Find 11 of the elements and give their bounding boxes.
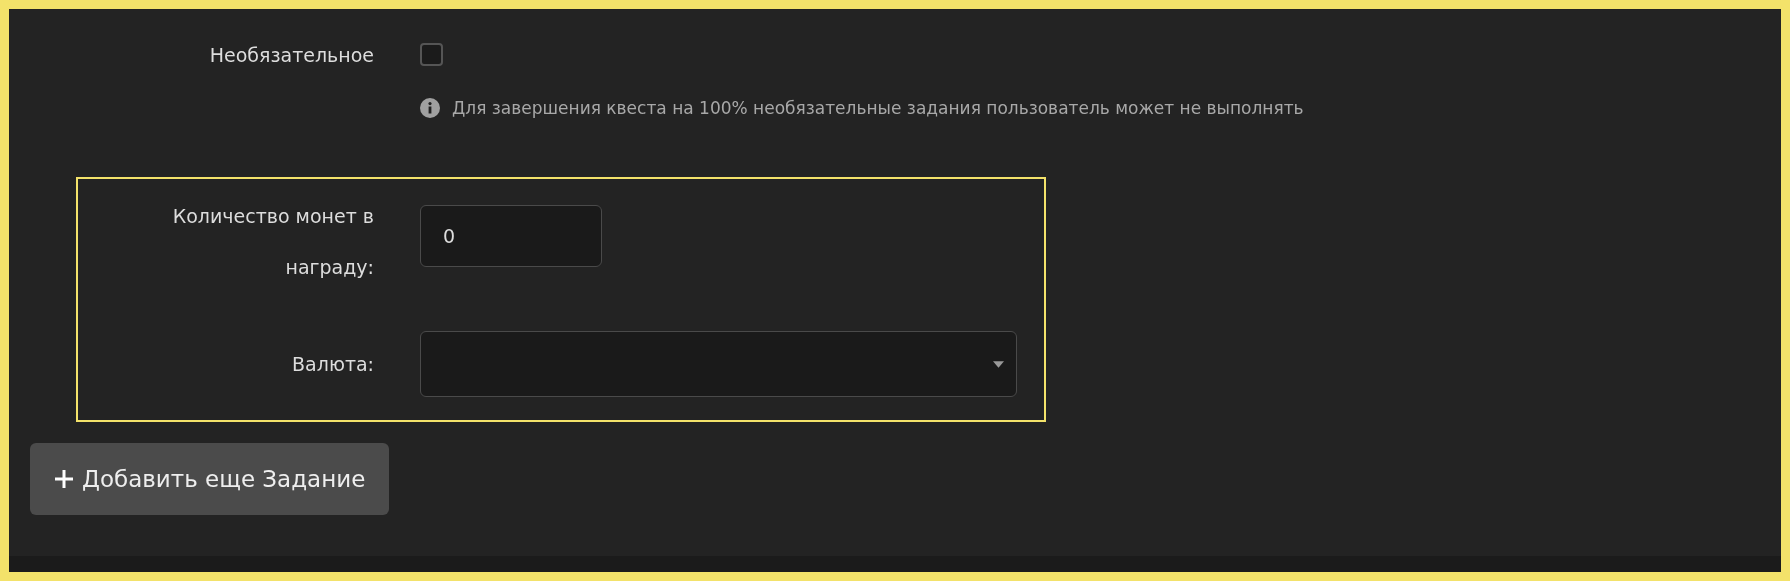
hint-text: Для завершения квеста на 100% необязательные задания пользователь может не выполнять bbox=[452, 98, 1304, 118]
caret-icon bbox=[993, 360, 1004, 368]
field-label: Количество монет в награду: bbox=[171, 204, 374, 280]
field-label: Валюта: bbox=[292, 353, 374, 375]
plus-icon bbox=[54, 469, 74, 489]
add-button[interactable]: Добавить еще Задание bbox=[30, 443, 390, 515]
field-label: Необязательное bbox=[209, 43, 374, 66]
select-field[interactable] bbox=[420, 331, 1017, 397]
checkbox[interactable] bbox=[420, 43, 443, 66]
input-field[interactable]: 0 bbox=[420, 205, 602, 267]
info-icon bbox=[420, 98, 440, 118]
